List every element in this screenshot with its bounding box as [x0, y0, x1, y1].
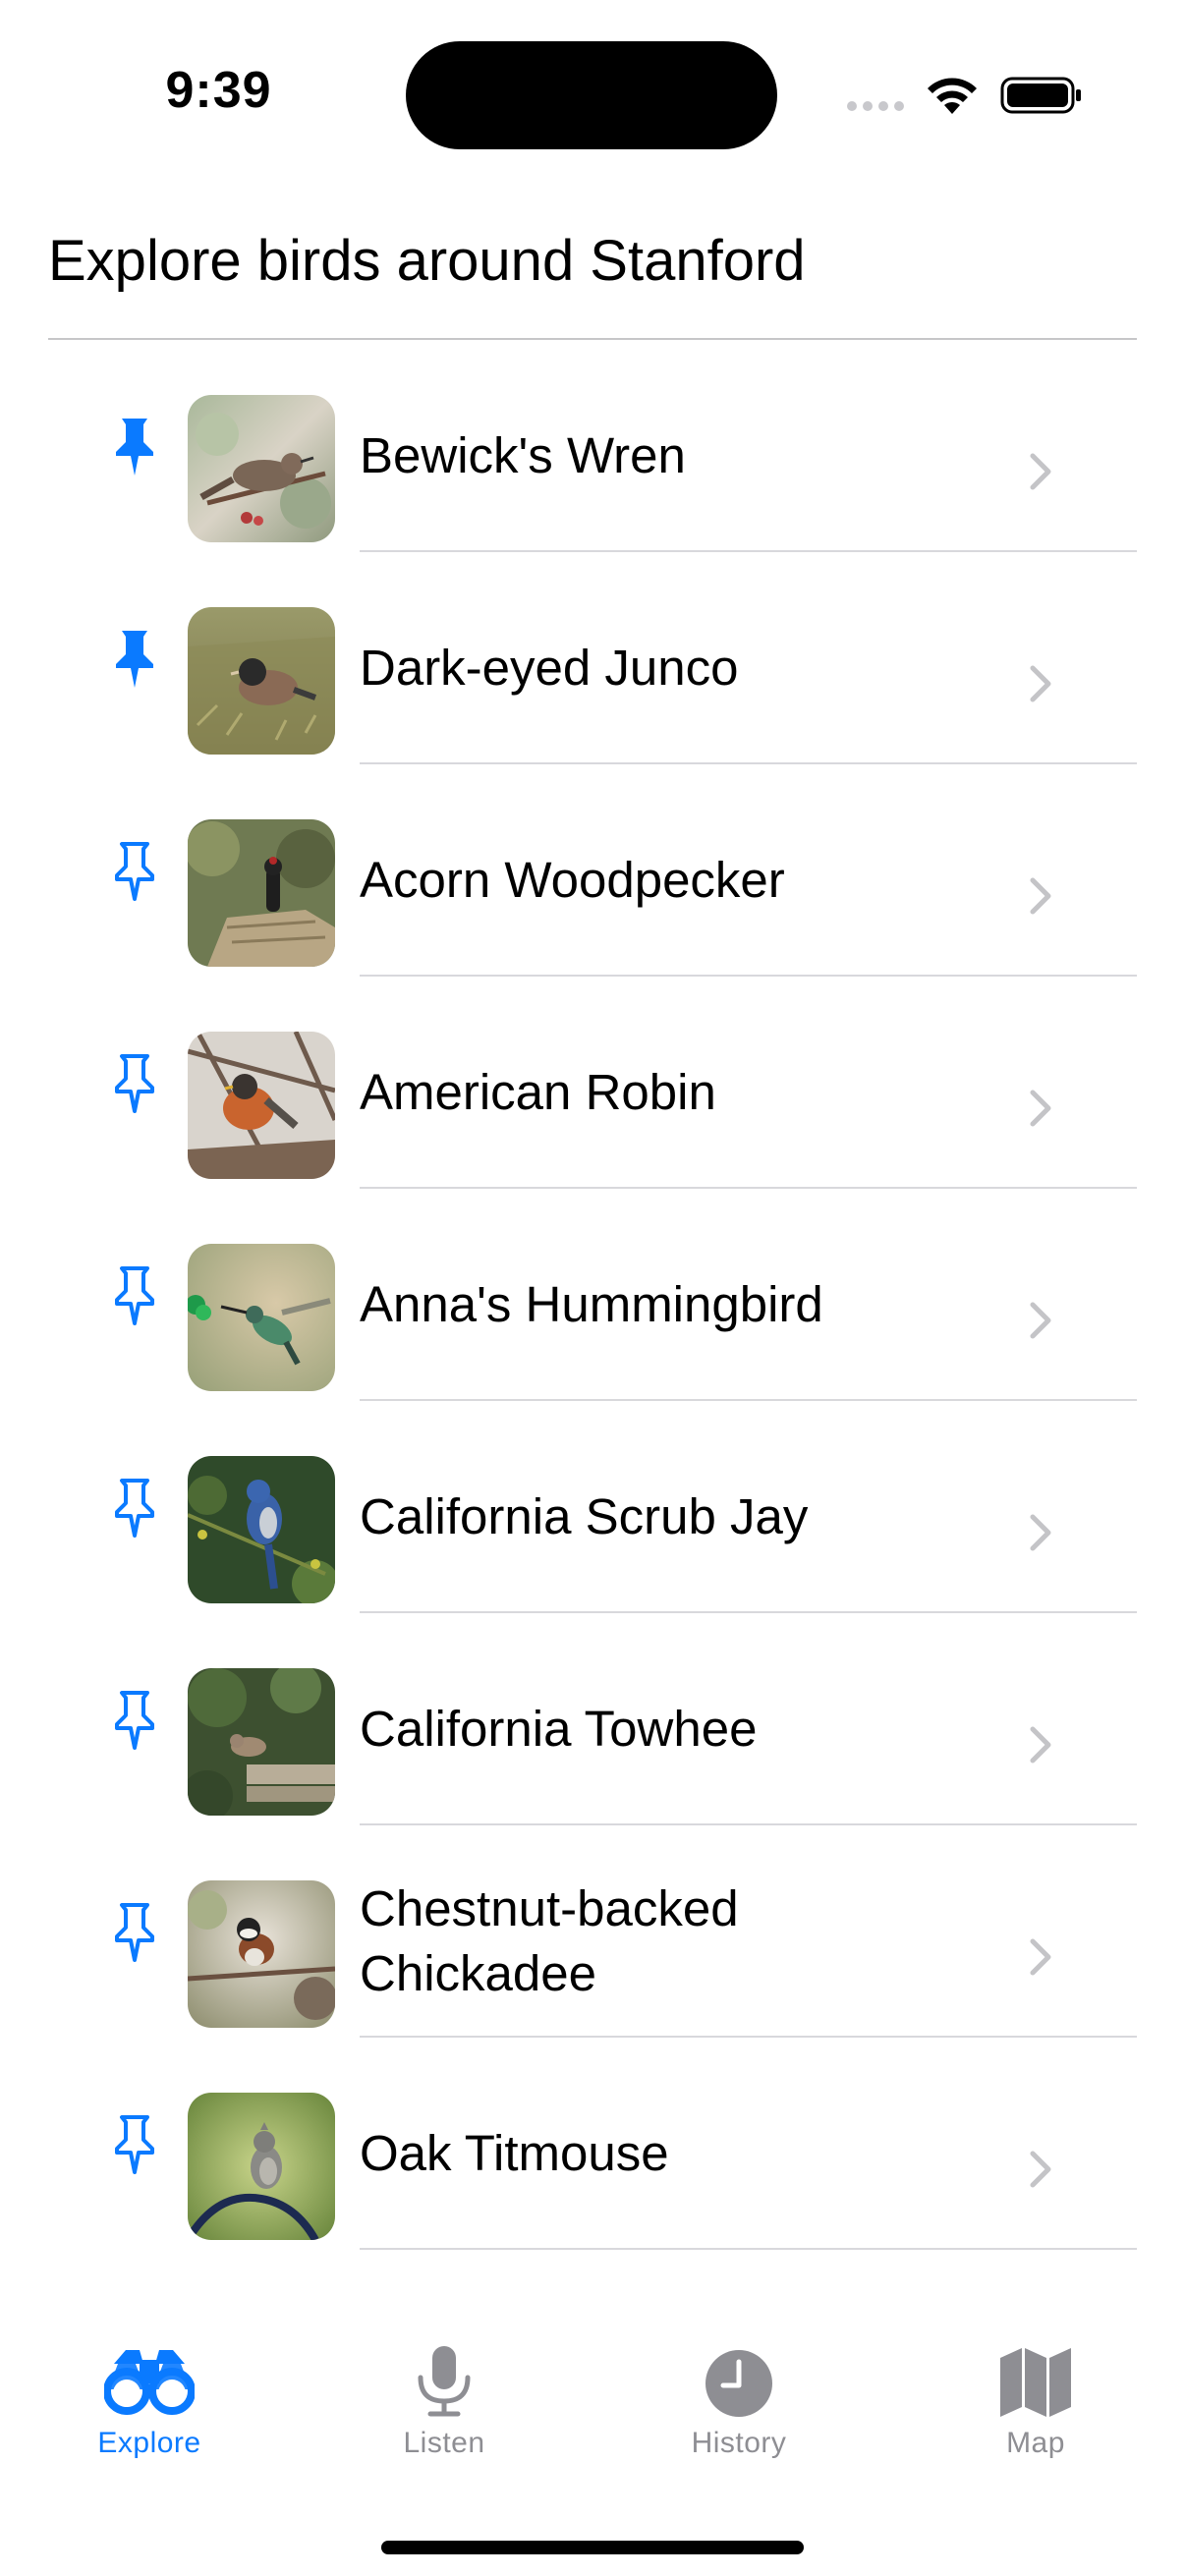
bird-name: California Scrub Jay — [360, 1488, 809, 1544]
bird-list: Bewick's Wren Dark-eyed Junco Acorn Wood… — [0, 340, 1185, 2250]
bird-name: Chestnut-backed Chickadee — [360, 1880, 739, 2001]
bird-name: Dark-eyed Junco — [360, 640, 739, 696]
bird-photo — [188, 1880, 335, 2028]
bird-photo — [188, 2093, 335, 2240]
chevron-right-icon — [1028, 2150, 1053, 2189]
pin-filled-icon[interactable] — [110, 415, 159, 477]
bird-photo — [188, 1456, 335, 1603]
pin-outline-icon[interactable] — [110, 1900, 159, 1963]
list-item[interactable]: Anna's Hummingbird — [0, 1189, 1185, 1401]
chevron-right-icon — [1028, 1513, 1053, 1552]
pin-filled-icon[interactable] — [110, 627, 159, 690]
list-item[interactable]: Chestnut-backed Chickadee — [0, 1825, 1185, 2038]
list-item[interactable]: Oak Titmouse — [0, 2038, 1185, 2250]
bird-photo — [188, 1032, 335, 1179]
battery-icon — [1000, 77, 1081, 114]
bird-photo — [188, 607, 335, 755]
chevron-right-icon — [1028, 1725, 1053, 1764]
bird-name: Oak Titmouse — [360, 2125, 669, 2181]
row-divider — [360, 2248, 1137, 2250]
tab-label: Map — [1006, 2427, 1065, 2459]
list-item[interactable]: Acorn Woodpecker — [0, 764, 1185, 977]
bird-photo — [188, 1668, 335, 1816]
bird-photo — [188, 1244, 335, 1391]
chevron-right-icon — [1028, 664, 1053, 703]
tab-label: History — [691, 2427, 787, 2459]
status-time: 9:39 — [165, 62, 272, 119]
tab-label: Listen — [403, 2427, 485, 2459]
cellular-signal-icon — [847, 101, 904, 111]
pin-outline-icon[interactable] — [110, 1476, 159, 1539]
bird-photo — [188, 395, 335, 542]
status-bar: 9:39 — [0, 0, 1185, 187]
tab-history[interactable]: History — [592, 2346, 886, 2523]
chevron-right-icon — [1028, 1937, 1053, 1977]
bird-name: Bewick's Wren — [360, 427, 686, 483]
dynamic-island — [406, 41, 777, 149]
pin-outline-icon[interactable] — [110, 839, 159, 902]
chevron-right-icon — [1028, 876, 1053, 916]
clock-icon — [705, 2350, 772, 2417]
tab-map[interactable]: Map — [888, 2346, 1183, 2523]
pin-outline-icon[interactable] — [110, 1051, 159, 1114]
map-icon — [1000, 2348, 1071, 2417]
chevron-right-icon — [1028, 452, 1053, 491]
tab-listen[interactable]: Listen — [297, 2346, 592, 2523]
binoculars-icon — [104, 2350, 195, 2415]
list-item[interactable]: California Towhee — [0, 1613, 1185, 1825]
pin-outline-icon[interactable] — [110, 1688, 159, 1751]
bird-name: American Robin — [360, 1064, 716, 1120]
tab-bar: Explore Listen History Map — [0, 2289, 1185, 2576]
home-indicator[interactable] — [381, 2541, 804, 2554]
bird-name: Acorn Woodpecker — [360, 852, 785, 908]
tab-label: Explore — [97, 2427, 201, 2459]
list-item[interactable]: California Scrub Jay — [0, 1401, 1185, 1613]
list-item[interactable]: Dark-eyed Junco — [0, 552, 1185, 764]
list-item[interactable]: American Robin — [0, 977, 1185, 1189]
microphone-icon — [418, 2346, 471, 2417]
tab-explore[interactable]: Explore — [2, 2346, 297, 2523]
chevron-right-icon — [1028, 1301, 1053, 1340]
pin-outline-icon[interactable] — [110, 1263, 159, 1326]
page-title: Explore birds around Stanford — [48, 229, 806, 293]
pin-outline-icon[interactable] — [110, 2112, 159, 2175]
bird-name: California Towhee — [360, 1701, 758, 1757]
list-item[interactable]: Bewick's Wren — [0, 340, 1185, 552]
wifi-icon — [928, 78, 977, 114]
chevron-right-icon — [1028, 1089, 1053, 1128]
bird-name: Anna's Hummingbird — [360, 1276, 823, 1332]
bird-photo — [188, 819, 335, 967]
